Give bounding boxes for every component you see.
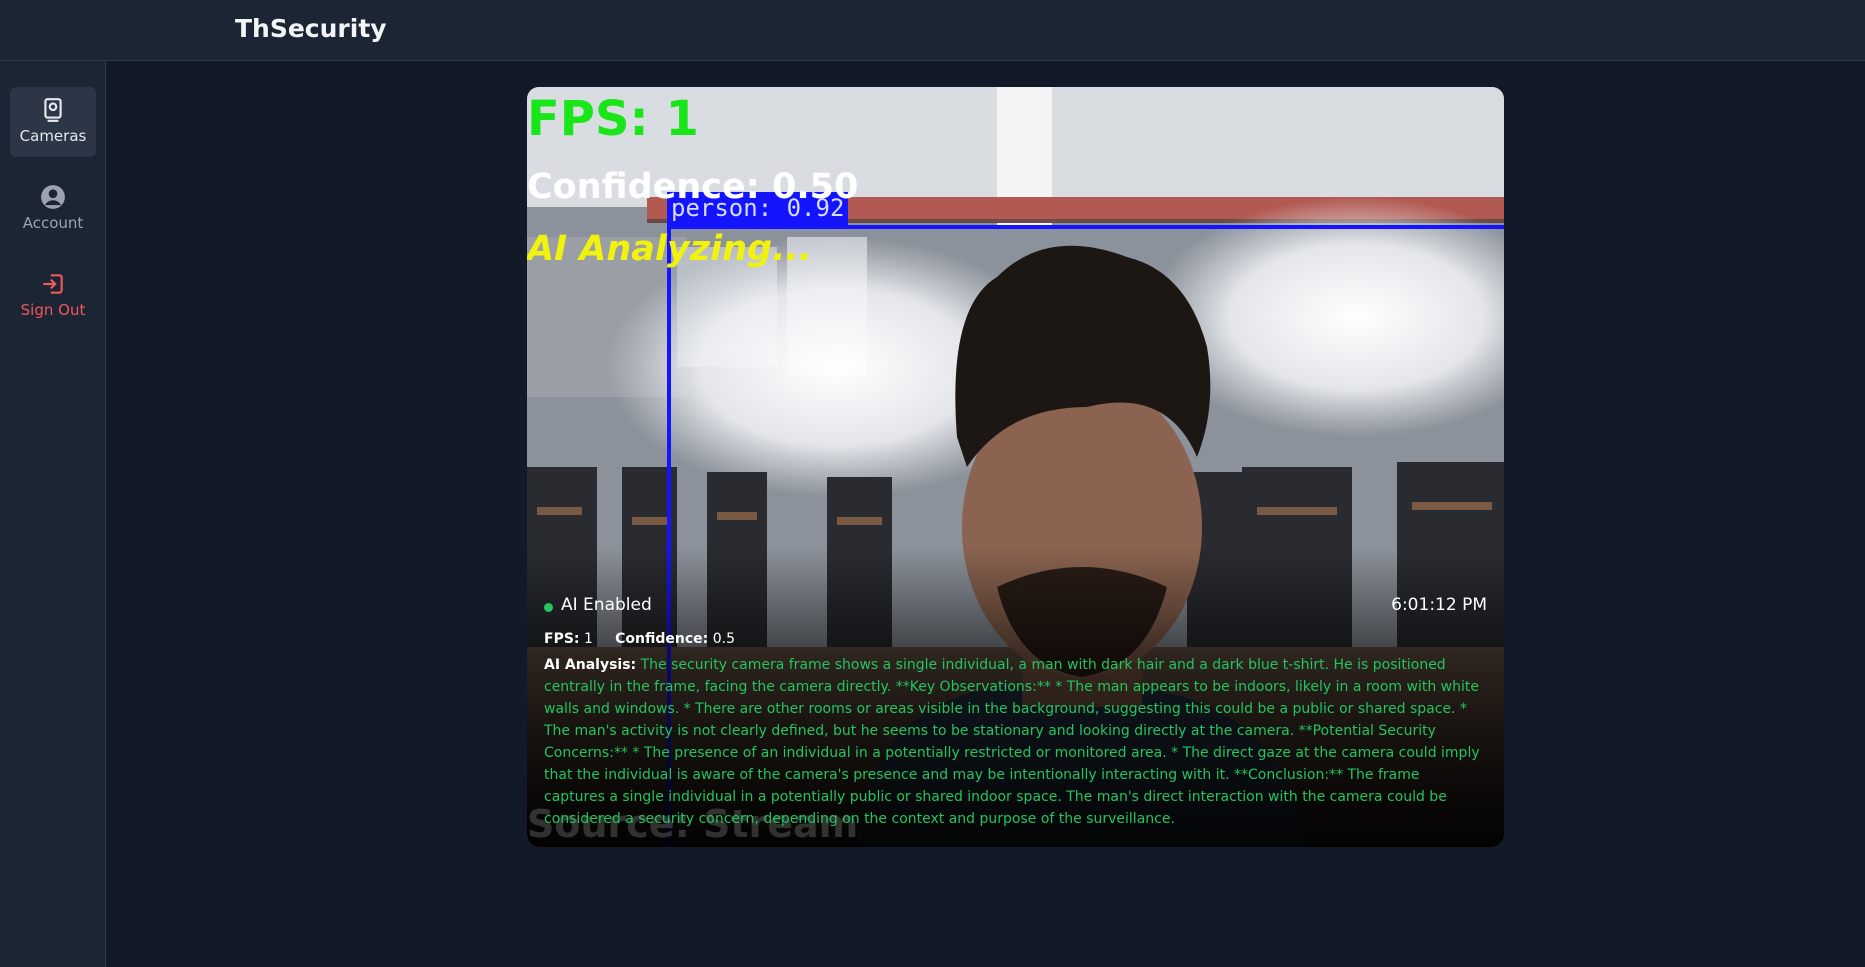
camera-stream-card[interactable]: person: 0.92 FPS: 1 Confidence: 0.50 AI … (527, 87, 1504, 847)
stream-timestamp: 6:01:12 PM (1391, 595, 1487, 615)
stream-status-row: AI Enabled 6:01:12 PM (544, 595, 1487, 619)
camera-icon (44, 98, 62, 122)
user-circle-icon (41, 185, 65, 209)
fps-label: FPS: (544, 631, 580, 647)
ai-analysis-text: The security camera frame shows a single… (544, 657, 1480, 827)
sidebar-item-account[interactable]: Account (10, 174, 96, 244)
ai-analysis: AI Analysis: The security camera frame s… (544, 654, 1484, 830)
sidebar-item-label: Sign Out (20, 301, 86, 319)
overlay-fps-text: FPS: 1 (527, 91, 699, 147)
sign-out-icon (43, 274, 63, 294)
sidebar-item-cameras[interactable]: Cameras (10, 87, 96, 157)
overlay-ai-analyzing-text: AI Analyzing... (527, 229, 812, 269)
fps-value: 1 (583, 631, 593, 647)
confidence-value: 0.5 (712, 631, 735, 647)
sidebar-item-label: Account (22, 214, 84, 232)
stream-meta: FPS: 1 Confidence: 0.5 (544, 631, 735, 647)
app-title[interactable]: ThSecurity (235, 14, 387, 43)
ai-status-dot-icon (544, 603, 553, 612)
overlay-confidence-text: Confidence: 0.50 (527, 167, 859, 207)
ai-analysis-label: AI Analysis: (544, 657, 637, 673)
ai-status-label: AI Enabled (561, 595, 652, 615)
sidebar: Cameras Account Sign Out (0, 61, 106, 967)
sidebar-item-sign-out[interactable]: Sign Out (10, 261, 96, 331)
confidence-label: Confidence: (615, 631, 709, 647)
top-bar: ThSecurity (0, 0, 1865, 61)
sidebar-item-label: Cameras (19, 127, 87, 145)
